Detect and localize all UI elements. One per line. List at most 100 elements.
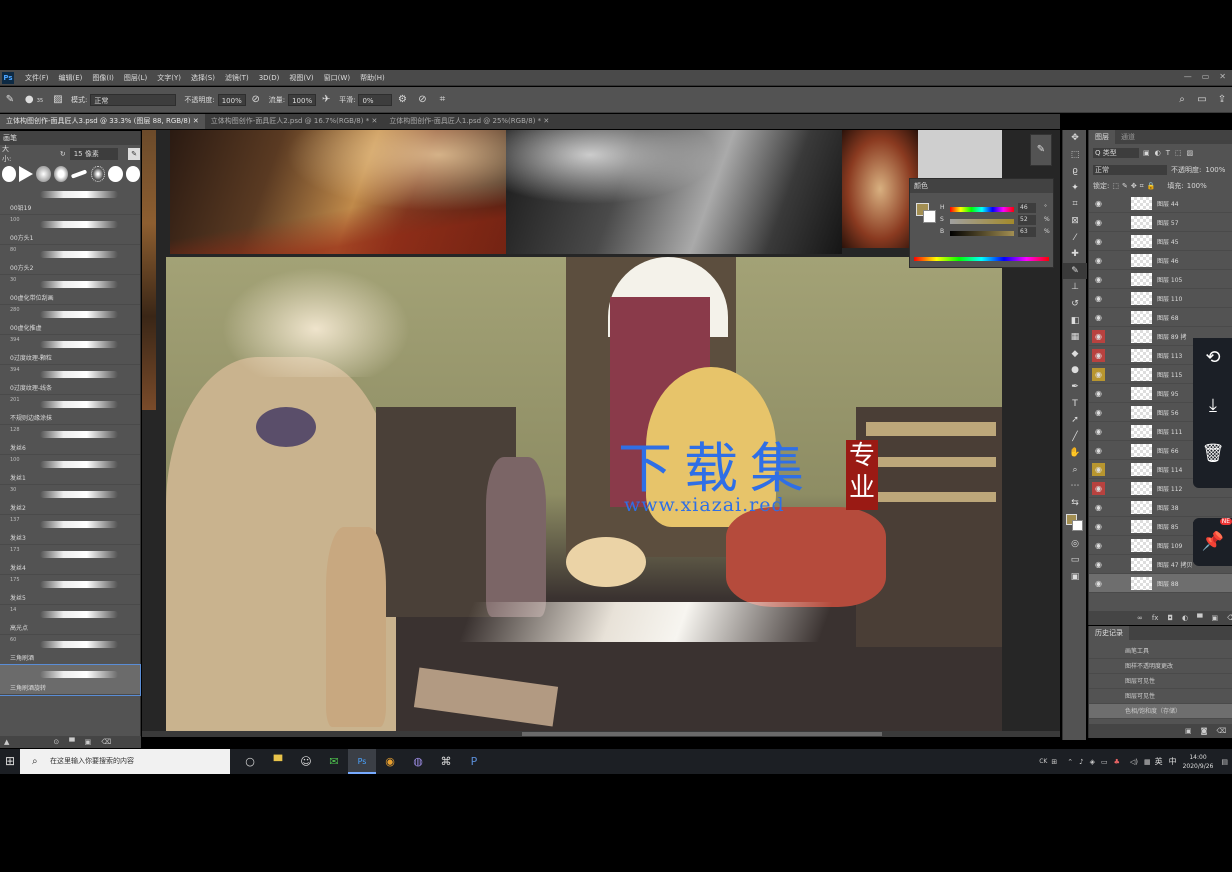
shape-tool-icon[interactable]: ╱ [1063,429,1087,446]
opacity-field[interactable]: 100% [217,93,246,106]
brush-tip[interactable] [19,166,34,182]
menu-item[interactable]: 视图(V) [284,73,318,83]
brush-settings-icon[interactable]: ▨ [51,93,65,107]
trash-icon[interactable]: ⌫ [1216,727,1226,735]
visibility-eye-icon[interactable]: ◉ [1092,197,1105,210]
lasso-tool-icon[interactable]: ϱ [1063,163,1087,180]
doc-tab-2[interactable]: 立体构图创作-面具匠人2.psd @ 16.7%(RGB/8) * ✕ [205,114,384,129]
visibility-eye-icon[interactable]: ◉ [1092,235,1105,248]
more-tools-icon[interactable]: ⋯ [1063,478,1087,495]
workspace-icon[interactable]: ▭ [1195,93,1209,107]
stamp-tool-icon[interactable]: ⊥ [1063,279,1087,296]
app-icon[interactable]: ◍ [404,749,432,774]
brush-preset[interactable]: 201 不规则边缘涂抹 [0,395,140,425]
new-brush-icon[interactable]: ✎ [128,148,141,160]
menu-item[interactable]: 窗口(W) [319,73,355,83]
color-ramp[interactable] [914,257,1049,261]
brush-preset[interactable]: 30 00虚化带位刮画 [0,275,140,305]
brush-slider-icon[interactable]: ▲ [4,738,9,746]
new-icon[interactable]: ▣ [85,738,92,746]
brush-preset[interactable]: 128 发丝6 [0,425,140,455]
visibility-eye-icon[interactable]: ◉ [1092,539,1105,552]
brush-preset[interactable]: 30 发丝2 [0,485,140,515]
windows-start-icon[interactable]: ⊞ [0,749,20,774]
visibility-eye-icon[interactable]: ◉ [1092,425,1105,438]
trash-icon[interactable]: ⌫ [101,738,111,746]
filter-icons[interactable]: ▣◐T⬚▨ [1143,149,1198,157]
tab-layers[interactable]: 图层 [1089,130,1115,144]
tab-channels[interactable]: 通道 [1115,130,1141,144]
menu-item[interactable]: 滤镜(T) [220,73,254,83]
download-icon[interactable]: ⤓ [1193,386,1232,426]
menu-item[interactable]: 图层(L) [119,73,152,83]
task-view-icon[interactable]: ○ [236,749,264,774]
quick-mask-icon[interactable]: ◎ [1063,536,1087,553]
frame-tool-icon[interactable]: ⊠ [1063,213,1087,230]
ime2-label[interactable]: 中 [1169,756,1177,767]
color-swatches[interactable] [1063,512,1087,536]
visibility-eye-icon[interactable]: ◉ [1092,463,1105,476]
folder-icon[interactable]: ▀ [69,738,74,746]
brush-preset[interactable]: 394 0过度纹理-线条 [0,365,140,395]
layer-row[interactable]: ◉ 图层 110 [1089,289,1232,308]
input-icon[interactable]: ⊞ [1051,758,1057,766]
visibility-eye-icon[interactable]: ◉ [1092,273,1105,286]
ime-label[interactable]: 英 [1155,756,1163,767]
layer-row[interactable]: ◉ 图层 57 [1089,213,1232,232]
visibility-eye-icon[interactable]: ◉ [1092,254,1105,267]
airbrush-icon[interactable]: ✈ [319,93,333,107]
history-item[interactable]: 色相/饱和度（存储） [1089,704,1232,719]
share-icon[interactable]: ⟲ [1193,338,1232,378]
layer-row[interactable]: ◉ 图层 105 [1089,270,1232,289]
brush-tip[interactable] [36,166,51,182]
adjustment-icon[interactable]: ◐ [1182,614,1188,622]
marquee-tool-icon[interactable]: ⬚ [1063,147,1087,164]
artboard-icon[interactable]: ▣ [1063,569,1087,586]
history-item[interactable]: 图层可见性 [1089,689,1232,704]
flow-field[interactable]: 100% [288,93,317,106]
app3-icon[interactable]: P [460,749,488,774]
brush-preset[interactable]: 280 00虚化推虚 [0,305,140,335]
refresh-icon[interactable]: ↻ [60,150,66,158]
eraser-tool-icon[interactable]: ◧ [1063,313,1087,330]
menu-item[interactable]: 文字(Y) [152,73,186,83]
brush-tool-icon[interactable]: ✎ [3,93,17,107]
clock[interactable]: 14:00 2020/9/26 [1183,753,1214,771]
layer-row[interactable]: ◉ 图层 46 [1089,251,1232,270]
brush-preset[interactable]: 14 高光点 [0,605,140,635]
qq-icon[interactable]: ☺ [292,749,320,774]
pen-tool-icon[interactable]: ✒ [1063,379,1087,396]
layer-row[interactable]: ◉ 图层 88 [1089,574,1232,593]
visibility-eye-icon[interactable]: ◉ [1092,482,1105,495]
lock-icons[interactable]: ⬚✎✥⌗🔒 [1112,182,1158,191]
close-icon[interactable]: ✕ [1219,72,1226,81]
menu-item[interactable]: 选择(S) [186,73,220,83]
taskbar-search[interactable]: ⌕ 在这里输入你要搜索的内容 [20,749,230,774]
gear-icon[interactable]: ⚙ [395,93,409,107]
brush-tool-icon[interactable]: ✎ [1063,262,1087,280]
brush-preset[interactable]: 00铅19 [0,185,140,215]
blend-mode-select[interactable]: 正常 [1093,165,1167,175]
app2-icon[interactable]: ⌘ [432,749,460,774]
visibility-eye-icon[interactable]: ◉ [1092,577,1105,590]
doc-tab-1[interactable]: 立体构图创作-面具匠人3.psd @ 33.3% (图层 88, RGB/8) … [0,114,205,129]
tray-expand-icon[interactable]: ⌃ [1067,758,1073,766]
photoshop-taskbar-icon[interactable]: Ps [348,749,376,774]
file-explorer-icon[interactable]: ▀ [264,749,292,774]
menu-item[interactable]: 图像(I) [87,73,119,83]
saturation-field[interactable]: 52 [1018,215,1036,225]
minimize-icon[interactable]: — [1184,72,1192,81]
history-brush-icon[interactable]: ↺ [1063,296,1087,313]
network-icon[interactable]: ▭ [1101,758,1108,766]
tab-history[interactable]: 历史记录 [1089,626,1129,640]
trash-icon[interactable]: ⌫ [1227,614,1232,622]
pressure-opacity-icon[interactable]: ⊘ [249,93,263,107]
menu-item[interactable]: 文件(F) [20,73,54,83]
mode-select[interactable]: 正常 [90,93,177,106]
mic-icon[interactable]: ♪ [1079,758,1083,766]
history-item[interactable]: 图样不透明度更改 [1089,659,1232,674]
symmetry-icon[interactable]: ⌗ [435,93,449,107]
brush-preset[interactable]: 394 0过度纹理-颗粒 [0,335,140,365]
new-layer-icon[interactable]: ▣ [1212,614,1219,622]
healing-tool-icon[interactable]: ✚ [1063,246,1087,263]
